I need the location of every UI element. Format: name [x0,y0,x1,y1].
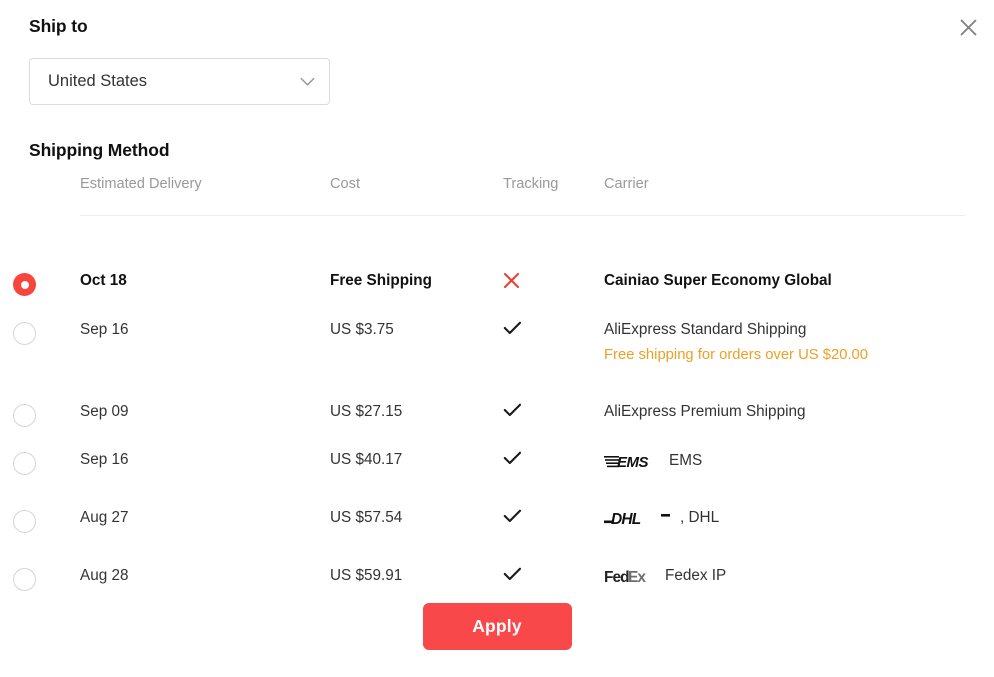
radio-cell[interactable] [13,322,37,346]
radio-cell[interactable] [13,452,37,476]
apply-button[interactable]: Apply [422,603,572,650]
check-icon [503,321,522,335]
check-icon [503,403,522,417]
x-icon [503,272,520,289]
shipping-option-row[interactable]: Aug 27 US $57.54 DHL , DHL [0,491,994,549]
shipping-option-row[interactable]: Sep 16 US $40.17 EMS EMS [0,433,994,491]
option-delivery: Sep 16 [80,321,129,338]
svg-text:DHL: DHL [611,511,641,527]
table-header-row: Estimated Delivery Cost Tracking Carrier [0,176,994,216]
check-icon [503,567,522,581]
shipping-method-title: Shipping Method [29,140,170,160]
shipping-option-row[interactable]: Sep 16 US $3.75 AliExpress Standard Ship… [0,303,994,385]
ship-to-title: Ship to [29,16,88,36]
footer-actions: Apply [0,603,994,650]
shipping-option-row[interactable]: Oct 18 Free Shipping Cainiao Super Econo… [0,254,994,303]
option-carrier: Cainiao Super Economy Global [604,272,832,290]
chevron-down-icon [300,77,315,87]
radio-cell[interactable] [13,510,37,534]
promo-text: Free shipping for orders over US $20.00 [604,347,869,364]
shipping-option-row[interactable]: Aug 28 US $59.91 Fed Ex Fedex IP [0,549,994,597]
option-tracking [503,451,522,466]
option-delivery: Sep 09 [80,403,129,420]
column-header-tracking: Tracking [503,176,559,192]
option-tracking [503,567,522,582]
radio-button[interactable] [13,452,36,475]
option-carrier: DHL , DHL [604,509,719,527]
ems-logo-icon: EMS [604,451,660,470]
option-tracking [503,272,520,289]
carrier-name: , DHL [680,509,720,526]
option-carrier: AliExpress Premium Shipping [604,403,806,421]
option-cost: US $27.15 [330,403,403,420]
country-select-value: United States [48,72,148,90]
option-cost: US $3.75 [330,321,394,338]
option-carrier: Fed Ex Fedex IP [604,567,726,585]
option-tracking [503,509,522,524]
option-cost: US $40.17 [330,451,403,468]
radio-cell[interactable] [13,404,37,428]
carrier-name: EMS [669,451,703,469]
shipping-method-table: Estimated Delivery Cost Tracking Carrier… [0,176,994,597]
carrier-name: Fedex IP [665,567,727,584]
svg-text:Ex: Ex [628,569,646,585]
option-cost: Free Shipping [330,272,432,289]
shipping-option-list: Oct 18 Free Shipping Cainiao Super Econo… [0,214,994,597]
radio-button[interactable] [13,510,36,533]
option-tracking [503,321,522,336]
carrier-name: AliExpress Premium Shipping [604,403,806,420]
check-icon [503,451,522,465]
close-button[interactable] [953,12,983,42]
shipping-method-dialog: Ship to United States Shipping Method Es… [0,0,994,677]
option-cost: US $59.91 [330,567,403,584]
column-header-cost: Cost [330,176,361,192]
option-delivery: Aug 28 [80,567,129,584]
column-header-carrier: Carrier [604,176,649,192]
dhl-logo-icon: DHL [604,509,671,527]
radio-button[interactable] [13,404,36,427]
check-icon [503,509,522,523]
radio-cell[interactable] [13,568,37,592]
svg-text:Fed: Fed [604,569,629,585]
option-cost: US $57.54 [330,509,403,526]
option-delivery: Aug 27 [80,509,129,526]
svg-text:EMS: EMS [617,454,649,470]
close-icon [960,19,976,35]
radio-cell[interactable] [13,273,37,297]
radio-button[interactable] [13,568,36,591]
option-tracking [503,403,522,418]
shipping-option-row[interactable]: Sep 09 US $27.15 AliExpress Premium Ship… [0,385,994,433]
country-select[interactable]: United States [29,58,330,105]
radio-button[interactable] [13,322,36,345]
option-carrier: EMS EMS [604,451,702,470]
column-header-delivery: Estimated Delivery [80,176,202,192]
option-delivery: Oct 18 [80,272,127,289]
fedex-logo-icon: Fed Ex [604,567,656,585]
carrier-name: AliExpress Standard Shipping [604,321,807,338]
option-delivery: Sep 16 [80,451,129,468]
carrier-name: Cainiao Super Economy Global [604,272,832,289]
option-carrier: AliExpress Standard Shipping Free shippi… [604,321,868,363]
radio-button-selected[interactable] [13,273,36,296]
